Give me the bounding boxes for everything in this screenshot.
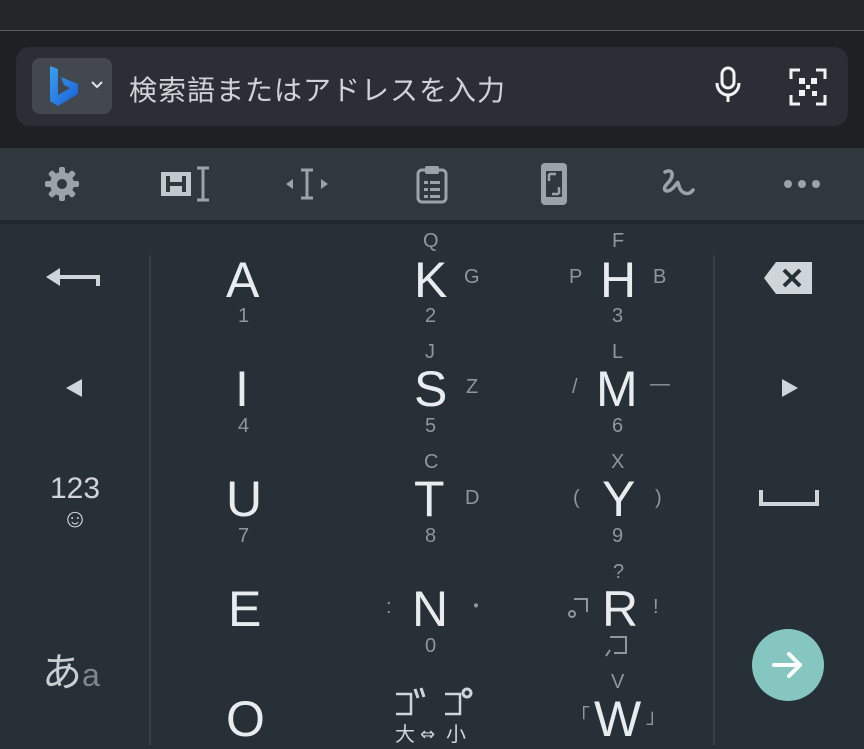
- key-left-label: P: [569, 266, 583, 288]
- address-placeholder: 検索語またはアドレスを入力: [129, 74, 507, 107]
- key-top-label: X: [611, 451, 625, 473]
- key-right-label: D: [465, 487, 480, 509]
- key-right-label: G: [464, 266, 480, 288]
- one-hand-mode-button[interactable]: [532, 162, 576, 206]
- key-main-label: M: [596, 361, 638, 417]
- address-bar[interactable]: 検索語またはアドレスを入力: [16, 47, 848, 126]
- more-icon: [784, 180, 820, 188]
- handwriting-icon: [662, 169, 695, 196]
- alpha-label: a: [82, 657, 100, 693]
- kana-toggle-key[interactable]: あa: [42, 640, 100, 698]
- kana-label: あ: [42, 650, 82, 696]
- keyboard-toolbar: [0, 148, 864, 220]
- key-bottom-label: 2: [425, 305, 437, 327]
- browser-bar: 検索語またはアドレスを入力: [0, 31, 864, 148]
- heading-cursor-button[interactable]: [158, 162, 212, 206]
- heading-cursor-icon: [161, 166, 209, 202]
- dakuten-icon: [396, 687, 426, 716]
- text-cursor-icon: [286, 168, 328, 200]
- key-left-label: :: [386, 596, 392, 618]
- key-bottom-label: 5: [425, 415, 437, 437]
- key-main-label: K: [414, 252, 448, 308]
- key-top-label: F: [612, 230, 625, 252]
- backspace-icon: [764, 262, 812, 294]
- chevron-down-icon: [91, 81, 103, 89]
- key-main-label: O: [226, 691, 265, 747]
- key-right-label: 」: [646, 704, 666, 728]
- key-main-label: E: [228, 581, 262, 637]
- key-right-label: ): [655, 487, 662, 509]
- key-left-label: (: [573, 487, 580, 509]
- key-main-label: H: [600, 252, 637, 308]
- key-main-label: U: [226, 471, 263, 527]
- status-strip: [0, 0, 864, 31]
- key-top-label: ?: [613, 561, 625, 583]
- size-large-label: 大: [395, 722, 415, 746]
- clipboard-icon: [416, 166, 448, 204]
- key-right-label: ・: [466, 596, 486, 618]
- key-bottom-label: 1: [238, 305, 250, 327]
- right-column-divider: [713, 255, 715, 745]
- cursor-right-button[interactable]: [778, 376, 802, 405]
- triangle-left-icon: [66, 379, 82, 397]
- number-symbol-key[interactable]: 123 ☺: [40, 474, 110, 533]
- key-bottom-label: 6: [612, 415, 624, 437]
- key-main-label: R: [602, 581, 639, 637]
- space-button[interactable]: [758, 486, 820, 515]
- key-bottom-label: 8: [425, 525, 437, 547]
- key-top-label: J: [425, 341, 435, 363]
- undo-button[interactable]: [40, 262, 106, 301]
- key-top-label: V: [611, 671, 625, 693]
- swap-arrow-label: ⇔: [420, 724, 436, 745]
- bing-logo-icon: [50, 66, 78, 106]
- settings-button[interactable]: [40, 162, 84, 206]
- emoji-icon: ☺: [61, 503, 89, 533]
- key-bottom-label: 0: [425, 635, 437, 657]
- triangle-right-icon: [782, 379, 798, 397]
- handwriting-button[interactable]: [654, 162, 700, 206]
- one-hand-mode-icon: [541, 163, 567, 205]
- search-engine-selector[interactable]: [32, 58, 112, 114]
- space-icon: [759, 490, 819, 506]
- numbers-label: 123: [49, 472, 101, 505]
- more-button[interactable]: [780, 162, 824, 206]
- key-right-label: !: [653, 596, 659, 618]
- half-width-corner-icon: [568, 598, 588, 618]
- enter-button[interactable]: [752, 629, 824, 701]
- key-main-label: T: [414, 471, 445, 527]
- size-small-label: 小: [446, 722, 466, 746]
- key-right-label: Z: [466, 376, 479, 398]
- gear-icon: [45, 167, 79, 201]
- key-top-label: L: [612, 341, 624, 363]
- left-column-divider: [149, 255, 151, 745]
- key-right-label: —: [650, 373, 670, 395]
- key-bottom-label: 9: [612, 525, 624, 547]
- cursor-left-button[interactable]: [62, 376, 86, 405]
- text-cursor-button[interactable]: [284, 162, 330, 206]
- key-top-label: C: [424, 451, 439, 473]
- key-bottom-label: 4: [238, 415, 250, 437]
- key-left-label: /: [572, 376, 578, 398]
- quote-corner-icon: [605, 636, 627, 657]
- handakuten-icon: [445, 687, 473, 716]
- key-top-label: Q: [423, 230, 439, 252]
- key-main-label: W: [594, 691, 642, 747]
- arrow-left-icon: [46, 268, 100, 286]
- key-main-label: A: [226, 252, 260, 308]
- clipboard-button[interactable]: [410, 162, 454, 206]
- key-left-label: 「: [570, 704, 590, 728]
- key-main-label: I: [235, 361, 249, 417]
- microphone-icon[interactable]: [712, 65, 744, 105]
- key-right-label: B: [653, 266, 667, 288]
- key-main-label: S: [414, 361, 448, 417]
- key-main-label: Y: [602, 471, 636, 527]
- arrow-right-icon: [772, 652, 802, 678]
- qr-scan-icon[interactable]: [788, 67, 828, 107]
- backspace-button[interactable]: [762, 258, 816, 303]
- key-bottom-label: 3: [612, 305, 624, 327]
- key-main-label: N: [412, 581, 449, 637]
- key-bottom-label: 7: [238, 525, 250, 547]
